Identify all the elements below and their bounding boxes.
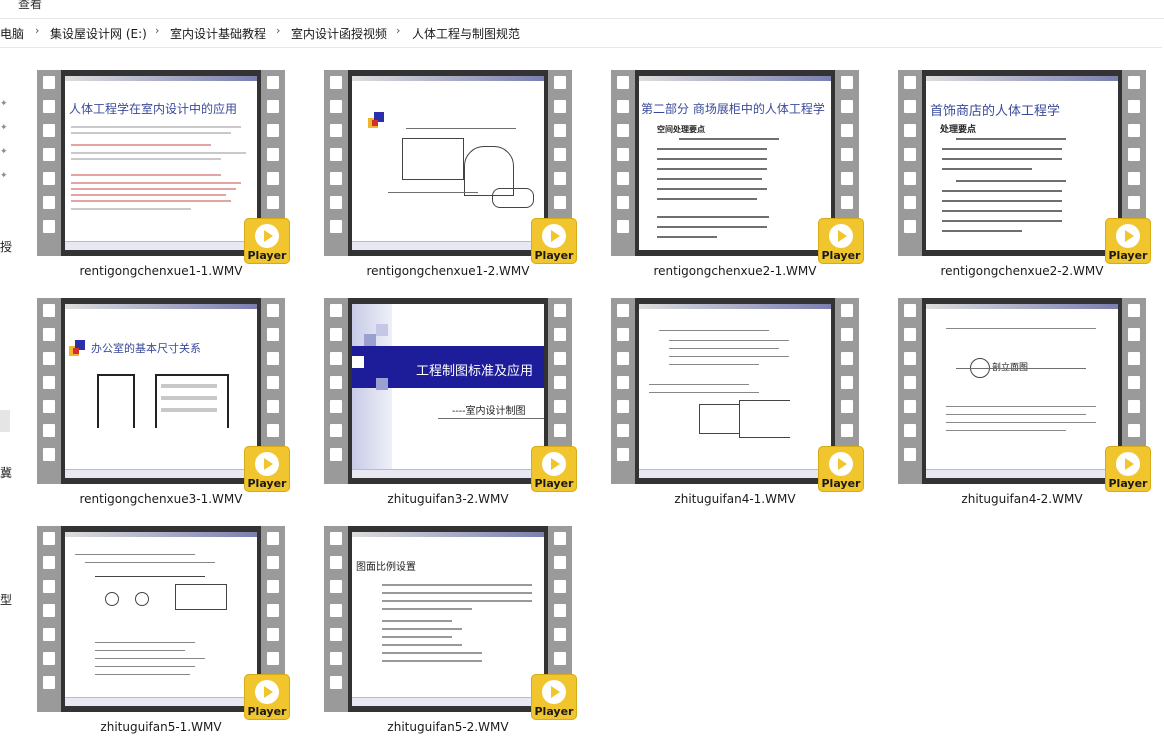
- film-perforation: [611, 70, 635, 256]
- slide-subtitle: ----室内设计制图: [452, 406, 526, 417]
- player-badge: Player: [818, 218, 864, 264]
- video-file-tile[interactable]: 第二部分 商场展柜中的人体工程学 空间处理要点 Player rentigong…: [600, 70, 864, 280]
- slide-preview: 剖立面图: [926, 304, 1118, 478]
- player-badge: Player: [1105, 218, 1151, 264]
- slide-subtitle: 处理要点: [940, 125, 977, 135]
- chevron-right-icon[interactable]: ›: [155, 24, 159, 37]
- play-icon: [255, 452, 279, 476]
- player-badge: Player: [531, 674, 577, 720]
- menu-view[interactable]: 查看: [18, 0, 42, 12]
- film-perforation: [898, 298, 922, 484]
- play-icon: [542, 224, 566, 248]
- slide-title: 首饰商店的人体工程学: [930, 104, 1061, 119]
- video-file-tile[interactable]: 人体工程学在室内设计中的应用 Player rentigongchenxue1-…: [26, 70, 290, 280]
- player-badge: Player: [1105, 446, 1151, 492]
- slide-title: 第二部分 商场展柜中的人体工程学: [641, 102, 825, 116]
- film-perforation: [324, 298, 348, 484]
- file-name[interactable]: zhituguifan5-1.WMV: [26, 720, 296, 734]
- chevron-right-icon[interactable]: ›: [276, 24, 280, 37]
- file-name[interactable]: rentigongchenxue2-1.WMV: [600, 264, 870, 278]
- video-file-tile[interactable]: 办公室的基本尺寸关系 Player rentigongchenxue3-1.WM…: [26, 298, 290, 508]
- slide-title: 办公室的基本尺寸关系: [91, 342, 201, 355]
- file-name[interactable]: zhituguifan4-2.WMV: [887, 492, 1157, 506]
- slide-title: 图面比例设置: [356, 562, 416, 573]
- film-perforation: [37, 70, 61, 256]
- play-icon: [829, 452, 853, 476]
- play-icon: [255, 224, 279, 248]
- nav-item-label[interactable]: 授: [0, 238, 12, 255]
- pin-icon[interactable]: ✦: [0, 124, 8, 133]
- pin-icon[interactable]: ✦: [0, 172, 8, 181]
- play-icon: [255, 680, 279, 704]
- slide-preview: 办公室的基本尺寸关系: [65, 304, 257, 478]
- pin-icon[interactable]: ✦: [0, 100, 8, 109]
- nav-item-label[interactable]: 型: [0, 591, 12, 608]
- slide-preview: [639, 304, 831, 478]
- player-badge: Player: [531, 218, 577, 264]
- slide-title: 人体工程学在室内设计中的应用: [69, 102, 238, 116]
- slide-preview: 图面比例设置: [352, 532, 544, 706]
- video-file-tile[interactable]: 剖立面图 Player zhituguifan4-2.WMV: [887, 298, 1151, 508]
- slide-preview: 首饰商店的人体工程学 处理要点: [926, 76, 1118, 250]
- player-badge: Player: [531, 446, 577, 492]
- player-badge: Player: [244, 674, 290, 720]
- slide-preview: 人体工程学在室内设计中的应用: [65, 76, 257, 250]
- film-perforation: [324, 526, 348, 712]
- slide-preview: 工程制图标准及应用 ----室内设计制图: [352, 304, 544, 478]
- video-file-tile[interactable]: Player zhituguifan4-1.WMV: [600, 298, 864, 508]
- video-file-tile[interactable]: Player rentigongchenxue1-2.WMV: [313, 70, 577, 280]
- file-name[interactable]: rentigongchenxue1-2.WMV: [313, 264, 583, 278]
- navigation-pane: ✦ ✦ ✦ ✦ 授 冀 型: [0, 46, 14, 746]
- breadcrumb-item-videos[interactable]: 室内设计函授视频: [291, 25, 387, 42]
- play-icon: [542, 680, 566, 704]
- slide-subtitle: 剖立面图: [992, 363, 1029, 373]
- file-name[interactable]: zhituguifan4-1.WMV: [600, 492, 870, 506]
- video-file-tile[interactable]: 首饰商店的人体工程学 处理要点 Player rentigongchenxue2…: [887, 70, 1151, 280]
- file-name[interactable]: zhituguifan5-2.WMV: [313, 720, 583, 734]
- nav-item-label[interactable]: 冀: [0, 464, 12, 481]
- slide-preview: [65, 532, 257, 706]
- nav-item-selected[interactable]: [0, 410, 10, 432]
- breadcrumb-item-current[interactable]: 人体工程与制图规范: [412, 25, 520, 42]
- player-badge: Player: [244, 446, 290, 492]
- pin-icon[interactable]: ✦: [0, 148, 8, 157]
- play-icon: [542, 452, 566, 476]
- breadcrumb-item-pc[interactable]: 电脑: [0, 25, 24, 42]
- film-perforation: [898, 70, 922, 256]
- slide-logo: [368, 112, 386, 130]
- slide-preview: [352, 76, 544, 250]
- video-file-tile[interactable]: 图面比例设置 Player zhituguifan5-2.WMV: [313, 526, 577, 736]
- chevron-right-icon[interactable]: ›: [35, 24, 39, 37]
- video-file-tile[interactable]: Player zhituguifan5-1.WMV: [26, 526, 290, 736]
- slide-logo: [69, 340, 87, 358]
- slide-preview: 第二部分 商场展柜中的人体工程学 空间处理要点: [639, 76, 831, 250]
- film-perforation: [611, 298, 635, 484]
- slide-subtitle: 空间处理要点: [657, 124, 705, 134]
- file-name[interactable]: zhituguifan3-2.WMV: [313, 492, 583, 506]
- file-name[interactable]: rentigongchenxue2-2.WMV: [887, 264, 1157, 278]
- play-icon: [1116, 452, 1140, 476]
- video-file-tile[interactable]: 工程制图标准及应用 ----室内设计制图 Player zhituguifan3…: [313, 298, 577, 508]
- slide-title: 工程制图标准及应用: [416, 364, 534, 379]
- film-perforation: [37, 298, 61, 484]
- breadcrumb-item-tutorial[interactable]: 室内设计基础教程: [170, 25, 266, 42]
- player-badge: Player: [244, 218, 290, 264]
- file-name[interactable]: rentigongchenxue3-1.WMV: [26, 492, 296, 506]
- film-perforation: [37, 526, 61, 712]
- play-icon: [829, 224, 853, 248]
- play-icon: [1116, 224, 1140, 248]
- film-perforation: [324, 70, 348, 256]
- chevron-right-icon[interactable]: ›: [396, 24, 400, 37]
- file-name[interactable]: rentigongchenxue1-1.WMV: [26, 264, 296, 278]
- breadcrumb-item-drive[interactable]: 集设屋设计网 (E:): [50, 25, 147, 42]
- player-badge: Player: [818, 446, 864, 492]
- breadcrumb: 电脑 › 集设屋设计网 (E:) › 室内设计基础教程 › 室内设计函授视频 ›…: [0, 18, 1164, 48]
- menu-bar: 查看: [0, 0, 1164, 16]
